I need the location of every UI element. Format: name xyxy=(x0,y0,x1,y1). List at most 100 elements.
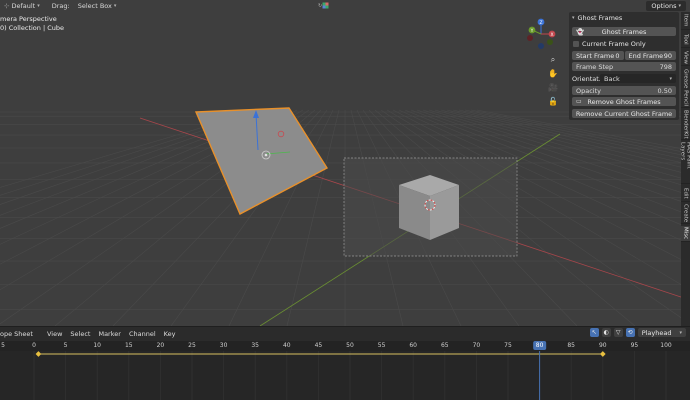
navigation-gizmo[interactable]: Z X Y xyxy=(526,16,558,52)
sidebar-tab-view[interactable]: View xyxy=(681,50,690,66)
chevron-down-icon: ▾ xyxy=(113,3,117,9)
drag-dropdown[interactable]: Drag: Select Box ▾ xyxy=(52,2,117,10)
ruler-tick-label: 50 xyxy=(346,342,354,349)
keyframe-area[interactable] xyxy=(0,351,690,400)
neg-y-bubble xyxy=(547,39,553,45)
ruler-tick-label: 55 xyxy=(377,342,386,349)
panel-title: Ghost Frames xyxy=(577,14,623,22)
ruler-tick-label: 35 xyxy=(251,342,260,349)
remove-ghost-frames-label: Remove Ghost Frames xyxy=(587,97,661,106)
viewport-header: ⊹ Default ▾ Drag: Select Box ▾ ↻ Options… xyxy=(0,0,690,12)
workspace-label: Default xyxy=(11,2,36,10)
end-frame-label: End Frame xyxy=(628,51,664,60)
options-button[interactable]: Options ▾ xyxy=(646,1,686,11)
z-label: Z xyxy=(539,20,542,26)
end-frame-field[interactable]: End Frame 90 xyxy=(624,51,676,60)
sidebar-tab-misc[interactable]: Misc xyxy=(681,226,690,242)
keyframe-diamond xyxy=(599,351,606,357)
chevron-down-icon: ▾ xyxy=(679,329,682,336)
neg-z-bubble xyxy=(538,43,544,49)
3d-viewport[interactable]: ⊹ Default ▾ Drag: Select Box ▾ ↻ Options… xyxy=(0,0,690,326)
ghost-toggle-icon[interactable]: ◐ xyxy=(601,328,611,337)
ruler-tick-label: 30 xyxy=(219,342,228,349)
ruler-tick-label: 70 xyxy=(472,342,481,349)
neg-x-bubble xyxy=(527,35,533,41)
opacity-label: Opacity xyxy=(576,86,602,95)
ruler-tick-label: 40 xyxy=(282,342,291,349)
camera-icon[interactable]: 🎥 xyxy=(547,82,559,93)
frame-step-label: Frame Step xyxy=(576,62,614,71)
select-cursor-icon[interactable]: ↖ xyxy=(589,328,599,337)
y-label: Y xyxy=(530,28,534,34)
frame-step-value: 798 xyxy=(659,62,672,71)
sidebar-tab-item[interactable]: Item xyxy=(681,12,690,30)
orientation-icon: ⊹ xyxy=(4,2,10,10)
ruler-tick-label: 60 xyxy=(409,342,418,349)
filter-icon[interactable]: ▽ xyxy=(613,328,623,337)
ruler-tick-label: 15 xyxy=(124,342,133,349)
sidebar-tab-grease-pencil[interactable]: Grease Pencil xyxy=(681,68,690,108)
ruler-tick-label: 75 xyxy=(504,342,512,349)
timeline-header: ope Sheet View Select Marker Channel Key… xyxy=(0,327,690,340)
ruler-tick-label: 5 xyxy=(63,342,68,349)
menu-key[interactable]: Key xyxy=(164,330,176,338)
keyframe-diamond xyxy=(35,351,42,357)
checkbox-box[interactable] xyxy=(573,40,579,47)
ruler-tick-label: 45 xyxy=(314,342,323,349)
remove-current-ghost-frame-button[interactable]: Remove Current Ghost Frame xyxy=(572,109,676,118)
start-frame-label: Start Frame xyxy=(576,51,615,60)
ruler-tick-label: 65 xyxy=(440,342,449,349)
workspace-dropdown[interactable]: ⊹ Default ▾ xyxy=(4,2,40,10)
orientation-row: Orientat... Back ▾ xyxy=(572,74,676,83)
ghost-icon: 👻 xyxy=(576,27,585,36)
view-info-overlay: mera Perspective 0) Collection | Cube xyxy=(0,15,64,33)
sidebar-tab-edit[interactable]: Edit xyxy=(681,186,690,202)
sidebar-tab-tool[interactable]: Tool xyxy=(681,32,690,48)
ruler-tick-label: 0 xyxy=(32,342,36,349)
options-label: Options xyxy=(651,2,677,10)
playhead-label: Playhead xyxy=(641,328,672,337)
ruler-tick-label: 20 xyxy=(156,342,165,349)
panel-header[interactable]: ▾ Ghost Frames xyxy=(569,12,679,24)
menu-select[interactable]: Select xyxy=(70,330,90,338)
overlay-icon[interactable] xyxy=(322,2,329,9)
collection-info: 0) Collection | Cube xyxy=(0,24,64,32)
auto-snap-icon[interactable]: ⟲ xyxy=(625,328,635,337)
keyframe-canvas[interactable] xyxy=(0,351,690,400)
playhead-dropdown[interactable]: Playhead ▾ xyxy=(637,328,686,337)
zoom-icon[interactable]: ⌕ xyxy=(547,54,559,65)
sidebar-tab-create[interactable]: Create xyxy=(681,204,690,224)
orientation-value: Back xyxy=(604,74,620,83)
opacity-value: 0.50 xyxy=(657,86,672,95)
plane-origin-dot xyxy=(264,153,268,157)
ruler-tick-label: 100 xyxy=(660,342,672,349)
sidebar-tab-blenderkit[interactable]: BlenderKit xyxy=(681,110,690,140)
ghost-frames-button[interactable]: 👻 Ghost Frames xyxy=(572,27,676,36)
x-label: X xyxy=(550,32,553,38)
timeline-tools: ↖ ◐ ▽ ⟲ Playhead ▾ xyxy=(589,328,686,337)
chevron-down-icon: ▾ xyxy=(37,3,40,9)
frame-step-field[interactable]: Frame Step 798 xyxy=(572,62,676,71)
ruler-tick-label: 85 xyxy=(567,342,576,349)
lock-icon[interactable]: 🔓 xyxy=(547,96,559,107)
menu-view[interactable]: View xyxy=(47,330,62,338)
ruler-tick-label: 90 xyxy=(598,342,607,349)
chevron-down-icon: ▾ xyxy=(669,75,672,82)
ruler-tick-label: 25 xyxy=(188,342,196,349)
ruler-tick-label: 5 xyxy=(1,342,5,349)
menu-channel[interactable]: Channel xyxy=(129,330,156,338)
menu-marker[interactable]: Marker xyxy=(98,330,120,338)
editor-type-label[interactable]: ope Sheet xyxy=(0,330,33,338)
pan-hand-icon[interactable]: ✋ xyxy=(547,68,559,79)
current-frame-badge[interactable]: 80 xyxy=(532,341,547,350)
start-frame-field[interactable]: Start Frame 0 xyxy=(572,51,624,60)
remove-ghost-frames-button[interactable]: ▭ Remove Ghost Frames xyxy=(572,97,676,106)
remove-current-ghost-frame-label: Remove Current Ghost Frame xyxy=(575,109,673,118)
orientation-dropdown[interactable]: Back ▾ xyxy=(600,74,676,83)
current-frame-only-checkbox[interactable]: Current Frame Only xyxy=(572,39,676,48)
frame-ruler[interactable]: 5 0 5 10 15 20 25 30 35 40 45 50 55 60 65 70 75 85 90 95 100… xyxy=(0,341,690,351)
sidebar-tabs: Item Tool View Grease Pencil BlenderKit HAS P… xyxy=(680,12,690,326)
opacity-slider[interactable]: Opacity 0.50 xyxy=(572,86,676,95)
end-frame-value: 90 xyxy=(663,51,672,60)
sidebar-tab-has-paint-layers[interactable]: HAS Paint Layers xyxy=(680,142,690,184)
